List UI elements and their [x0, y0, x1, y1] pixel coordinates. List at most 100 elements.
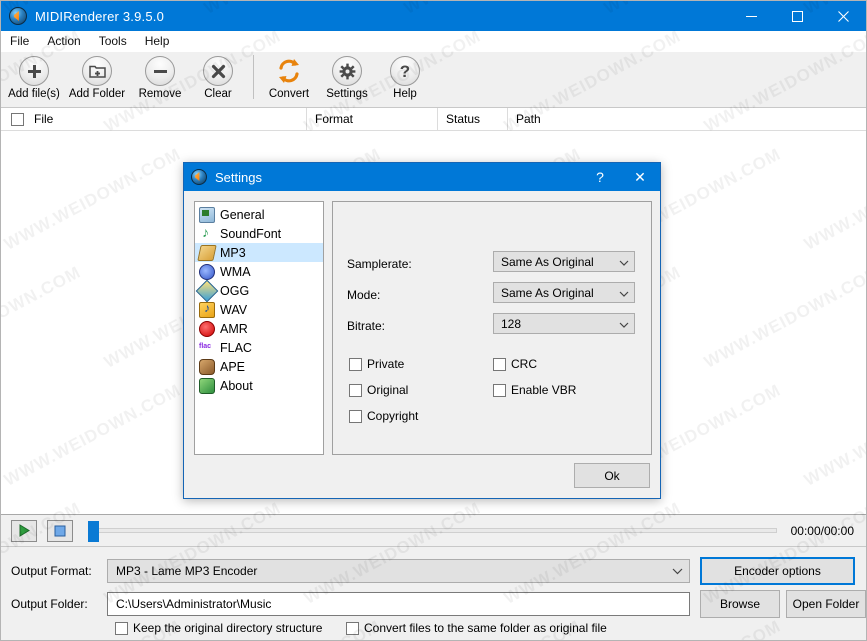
- settings-label: Settings: [326, 88, 368, 100]
- output-folder-label: Output Folder:: [11, 597, 88, 611]
- same-folder-checkbox-box[interactable]: [346, 621, 359, 635]
- enable-vbr-checkbox-box[interactable]: [493, 383, 506, 397]
- mode-label: Mode:: [347, 288, 380, 302]
- same-folder-checkbox[interactable]: Convert files to the same folder as orig…: [346, 621, 607, 635]
- close-icon[interactable]: [820, 1, 866, 31]
- dialog-help-icon[interactable]: ?: [580, 163, 620, 191]
- question-icon: ?: [390, 56, 420, 86]
- settings-nav-amr[interactable]: AMR: [195, 319, 323, 338]
- dialog-close-icon[interactable]: ✕: [620, 163, 660, 191]
- general-icon: [199, 206, 215, 223]
- open-folder-button[interactable]: Open Folder: [786, 590, 866, 618]
- copyright-checkbox-box[interactable]: [349, 409, 362, 423]
- settings-nav-mp3[interactable]: MP3: [195, 243, 323, 262]
- open-folder-label: Open Folder: [792, 597, 860, 611]
- select-all-checkbox[interactable]: [11, 112, 24, 126]
- encoder-options-label: Encoder options: [734, 564, 821, 578]
- toolbar: Add file(s) Add Folder Remove Clear Conv…: [1, 52, 866, 108]
- maximize-icon[interactable]: [774, 1, 820, 31]
- column-header-path[interactable]: Path: [507, 107, 866, 131]
- menu-item-help[interactable]: Help: [136, 31, 179, 52]
- menu-item-tools[interactable]: Tools: [90, 31, 136, 52]
- crc-label: CRC: [511, 357, 537, 371]
- settings-nav-ogg[interactable]: OGG: [195, 279, 323, 302]
- plus-icon: [19, 56, 49, 86]
- settings-nav-ogg-label: OGG: [220, 283, 250, 298]
- mode-select[interactable]: Same As Original: [493, 282, 635, 303]
- settings-nav-flac-label: FLAC: [220, 340, 252, 355]
- same-folder-label: Convert files to the same folder as orig…: [364, 621, 607, 635]
- original-checkbox[interactable]: Original: [349, 383, 408, 397]
- crc-checkbox[interactable]: CRC: [493, 357, 537, 371]
- help-label: Help: [393, 88, 417, 100]
- crc-checkbox-box[interactable]: [493, 357, 506, 371]
- column-header-file-label: File: [34, 112, 54, 126]
- column-header-status-label: Status: [446, 112, 481, 126]
- ok-label: Ok: [604, 468, 620, 483]
- add-files-button[interactable]: Add file(s): [5, 52, 63, 106]
- enable-vbr-checkbox[interactable]: Enable VBR: [493, 383, 576, 397]
- copyright-label: Copyright: [367, 409, 419, 423]
- flac-icon: [199, 340, 215, 356]
- copyright-checkbox[interactable]: Copyright: [349, 409, 418, 423]
- settings-nav-soundfont[interactable]: SoundFont: [195, 224, 323, 243]
- settings-dialog-icon: [191, 169, 207, 185]
- player-bar: 00:00/00:00: [1, 514, 866, 546]
- clear-button[interactable]: Clear: [189, 52, 247, 106]
- playback-slider-thumb[interactable]: [88, 521, 99, 542]
- mp3-icon: [197, 244, 217, 261]
- title-bar: MIDIRenderer 3.9.5.0: [1, 1, 866, 31]
- private-label: Private: [367, 357, 405, 371]
- output-format-label: Output Format:: [11, 564, 92, 578]
- private-checkbox[interactable]: Private: [349, 357, 404, 371]
- soundfont-icon: [199, 224, 215, 242]
- keep-structure-checkbox[interactable]: Keep the original directory structure: [115, 621, 322, 635]
- remove-label: Remove: [138, 88, 182, 100]
- column-header-file[interactable]: File: [1, 108, 306, 131]
- settings-nav-soundfont-label: SoundFont: [220, 226, 282, 241]
- add-folder-icon: [82, 56, 112, 86]
- enable-vbr-label: Enable VBR: [511, 383, 577, 397]
- settings-nav-ape[interactable]: APE: [195, 357, 323, 376]
- column-header-status[interactable]: Status: [437, 107, 507, 131]
- convert-button[interactable]: Convert: [260, 52, 318, 106]
- settings-nav-wma[interactable]: WMA: [195, 262, 323, 281]
- encoder-options-button[interactable]: Encoder options: [700, 557, 855, 585]
- stop-icon[interactable]: [47, 519, 73, 542]
- minimize-icon[interactable]: [728, 1, 774, 31]
- file-list-header: File Format Status Path: [1, 107, 866, 131]
- output-format-select[interactable]: MP3 - Lame MP3 Encoder: [107, 559, 690, 583]
- application-window: MIDIRenderer 3.9.5.0 File Action Tools H…: [0, 0, 867, 641]
- playback-time: 00:00/00:00: [790, 523, 854, 538]
- bitrate-value: 128: [501, 316, 522, 331]
- wav-icon: [199, 301, 215, 318]
- bitrate-label-text: Bitrate:: [347, 319, 386, 333]
- playback-slider[interactable]: [88, 521, 777, 542]
- column-header-path-label: Path: [516, 112, 541, 126]
- ogg-icon: [195, 279, 219, 302]
- settings-nav-general[interactable]: General: [195, 205, 323, 224]
- add-files-label: Add file(s): [8, 88, 60, 100]
- play-icon[interactable]: [11, 519, 37, 542]
- bitrate-select[interactable]: 128: [493, 313, 635, 334]
- add-folder-label: Add Folder: [68, 88, 126, 100]
- keep-structure-checkbox-box[interactable]: [115, 621, 128, 635]
- output-folder-input[interactable]: C:\Users\Administrator\Music: [107, 592, 690, 616]
- settings-nav-wav[interactable]: WAV: [195, 300, 323, 319]
- add-folder-button[interactable]: Add Folder: [63, 52, 131, 106]
- browse-button[interactable]: Browse: [700, 590, 780, 618]
- private-checkbox-box[interactable]: [349, 357, 362, 371]
- ok-button[interactable]: Ok: [574, 463, 650, 488]
- original-checkbox-box[interactable]: [349, 383, 362, 397]
- menu-item-action[interactable]: Action: [38, 31, 89, 52]
- help-button[interactable]: ? Help: [376, 52, 434, 106]
- menu-item-file[interactable]: File: [1, 31, 38, 52]
- remove-button[interactable]: Remove: [131, 52, 189, 106]
- settings-button[interactable]: Settings: [318, 52, 376, 106]
- settings-dialog-title-bar: Settings ? ✕: [184, 163, 660, 191]
- settings-nav-flac[interactable]: FLAC: [195, 338, 323, 357]
- bitrate-label: Bitrate:: [347, 319, 385, 333]
- settings-nav-about[interactable]: About: [195, 376, 323, 395]
- samplerate-select[interactable]: Same As Original: [493, 251, 635, 272]
- column-header-format[interactable]: Format: [306, 107, 437, 131]
